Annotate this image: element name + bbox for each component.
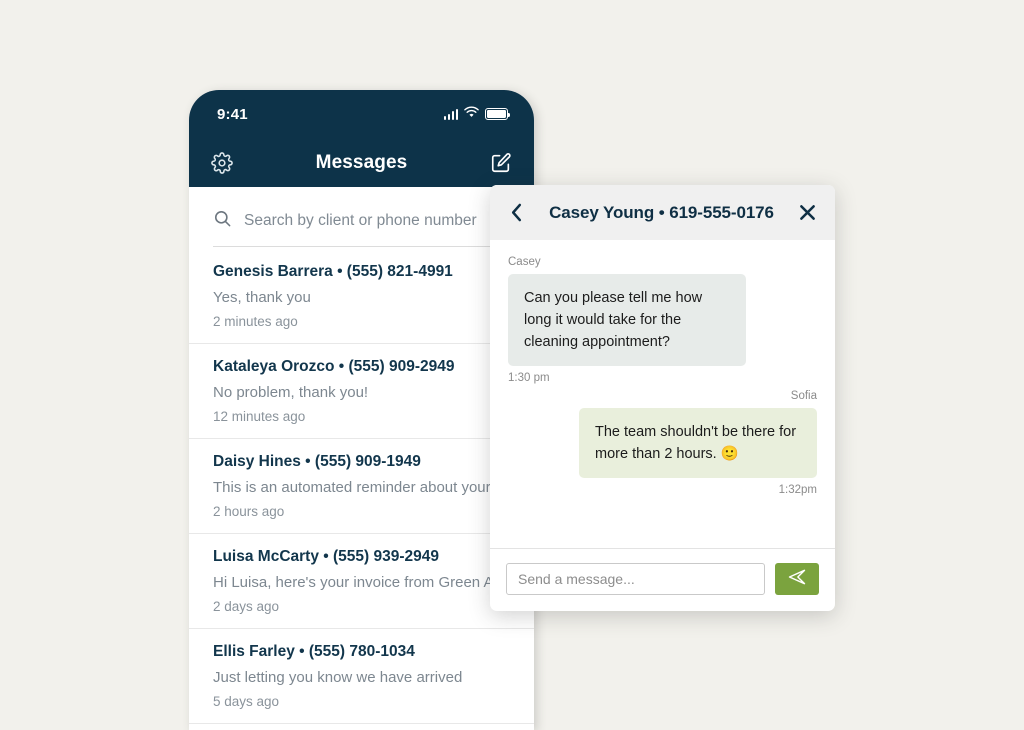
list-item[interactable]: Luisa McCarty • (555) 939-2949 Hi Luisa,… bbox=[189, 534, 534, 629]
search-input[interactable]: Search by client or phone number bbox=[244, 212, 477, 230]
status-bar-icons bbox=[443, 105, 511, 123]
message-time: 1:32pm bbox=[778, 484, 817, 497]
battery-icon bbox=[485, 108, 511, 120]
compose-icon[interactable] bbox=[490, 152, 512, 174]
conversation-preview: No problem, thank you! bbox=[213, 384, 369, 401]
message-sender: Sofia bbox=[790, 390, 817, 403]
chat-compose-bar: Send a message... bbox=[490, 548, 835, 611]
chat-message-outgoing: Sofia The team shouldn't be there for mo… bbox=[508, 390, 817, 496]
search-icon bbox=[213, 209, 232, 233]
conversation-preview: This is an automated reminder about your bbox=[213, 479, 491, 496]
message-bubble: Can you please tell me how long it would… bbox=[508, 274, 746, 367]
send-paper-plane-icon bbox=[787, 567, 807, 592]
conversation-name: Ellis Farley • (555) 780-1034 bbox=[213, 643, 415, 660]
conversation-name: Kataleya Orozco • (555) 909-2949 bbox=[213, 358, 455, 375]
close-icon[interactable] bbox=[797, 203, 817, 223]
list-item[interactable]: Avayah York • (555) 991-1034 bbox=[189, 724, 534, 730]
chat-panel: Casey Young • 619-555-0176 Casey Can you… bbox=[490, 185, 835, 611]
conversation-time: 2 minutes ago bbox=[213, 314, 298, 329]
conversation-preview: Just letting you know we have arrived bbox=[213, 669, 463, 686]
conversation-name: Luisa McCarty • (555) 939-2949 bbox=[213, 548, 439, 565]
conversation-list: Genesis Barrera • (555) 821-4991 Yes, th… bbox=[189, 249, 534, 730]
conversation-name: Daisy Hines • (555) 909-1949 bbox=[213, 453, 421, 470]
phone-mockup: 9:41 Messages Search by client or phone … bbox=[189, 90, 534, 730]
signal-bars-icon bbox=[443, 108, 458, 120]
conversation-preview: Yes, thank you bbox=[213, 289, 311, 306]
conversation-time: 5 days ago bbox=[213, 694, 280, 709]
conversation-name: Genesis Barrera • (555) 821-4991 bbox=[213, 263, 453, 280]
status-bar-time: 9:41 bbox=[217, 105, 248, 123]
back-chevron-icon[interactable] bbox=[506, 203, 526, 223]
chat-title: Casey Young • 619-555-0176 bbox=[549, 202, 774, 222]
list-item[interactable]: Daisy Hines • (555) 909-1949 This is an … bbox=[189, 439, 534, 534]
chat-message-incoming: Casey Can you please tell me how long it… bbox=[508, 256, 817, 384]
list-item[interactable]: Ellis Farley • (555) 780-1034 Just letti… bbox=[189, 629, 534, 724]
message-input[interactable]: Send a message... bbox=[506, 563, 765, 595]
chat-message-list: Casey Can you please tell me how long it… bbox=[490, 240, 835, 548]
gear-icon[interactable] bbox=[211, 151, 233, 174]
conversation-time: 12 minutes ago bbox=[213, 409, 306, 424]
message-bubble: The team shouldn't be there for more tha… bbox=[579, 408, 817, 479]
list-item[interactable]: Kataleya Orozco • (555) 909-2949 No prob… bbox=[189, 344, 534, 439]
chat-header: Casey Young • 619-555-0176 bbox=[490, 185, 835, 240]
conversation-time: 2 days ago bbox=[213, 599, 280, 614]
conversation-time: 2 hours ago bbox=[213, 504, 285, 519]
list-item[interactable]: Genesis Barrera • (555) 821-4991 Yes, th… bbox=[189, 249, 534, 344]
page-title: Messages bbox=[315, 151, 408, 173]
wifi-icon bbox=[464, 105, 479, 123]
message-sender: Casey bbox=[508, 256, 541, 268]
send-button[interactable] bbox=[775, 563, 819, 595]
message-time: 1:30 pm bbox=[508, 372, 550, 385]
phone-status-bar: 9:41 bbox=[189, 90, 534, 138]
conversation-preview: Hi Luisa, here's your invoice from Green… bbox=[213, 574, 494, 591]
search-bar[interactable]: Search by client or phone number bbox=[189, 187, 534, 247]
phone-navbar: Messages bbox=[189, 138, 534, 187]
